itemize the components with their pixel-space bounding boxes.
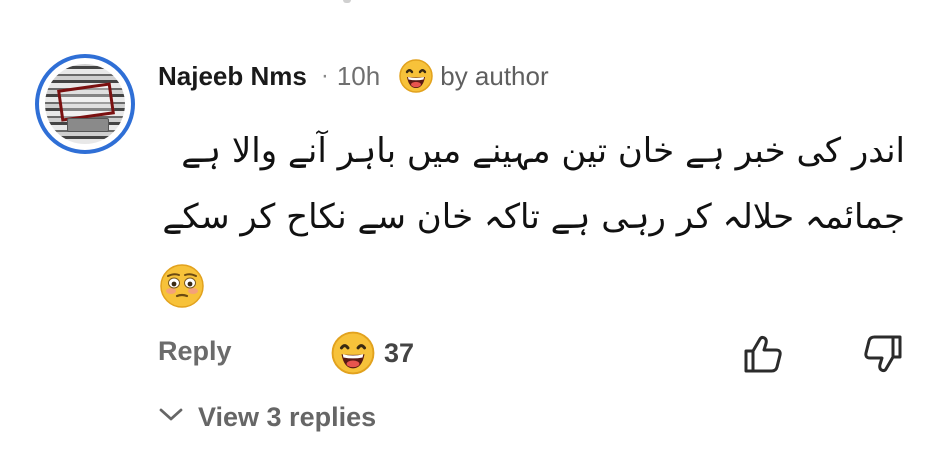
avatar-image bbox=[45, 64, 125, 144]
author-name[interactable]: Najeeb Nms bbox=[158, 61, 307, 92]
comment-line-2: جمائمہ حلالہ کر رہی ہے تاکہ خان سے نکاح … bbox=[162, 197, 905, 237]
by-author-label: by author bbox=[440, 60, 549, 91]
author-badge: by author bbox=[398, 58, 549, 94]
comment-body: اندر کی خبر ہے خان تین مہینے میں باہر آن… bbox=[150, 118, 905, 250]
reply-button[interactable]: Reply bbox=[158, 336, 232, 367]
comment-line-1: اندر کی خبر ہے خان تین مہینے میں باہر آن… bbox=[181, 131, 905, 171]
laughing-face-icon bbox=[330, 330, 376, 376]
flushed-face-icon bbox=[158, 262, 206, 310]
view-replies-button[interactable]: View 3 replies bbox=[158, 402, 376, 433]
separator-dot: · bbox=[320, 62, 329, 89]
laughing-face-icon bbox=[398, 58, 434, 94]
timestamp: 10h bbox=[336, 60, 381, 91]
divider-fragment bbox=[343, 0, 351, 3]
reaction-count: 37 bbox=[384, 337, 415, 368]
reaction-summary[interactable]: 37 bbox=[330, 330, 414, 376]
avatar[interactable] bbox=[35, 54, 135, 154]
view-replies-label: View 3 replies bbox=[198, 402, 377, 432]
thumbs-up-icon[interactable] bbox=[742, 334, 784, 379]
comment-header: Najeeb Nms · 10h by author bbox=[158, 58, 549, 94]
avatar-name-tag bbox=[67, 118, 109, 132]
avatar-logo-mark bbox=[57, 82, 115, 122]
chevron-down-icon bbox=[158, 407, 184, 428]
thumbs-down-icon[interactable] bbox=[862, 334, 904, 379]
